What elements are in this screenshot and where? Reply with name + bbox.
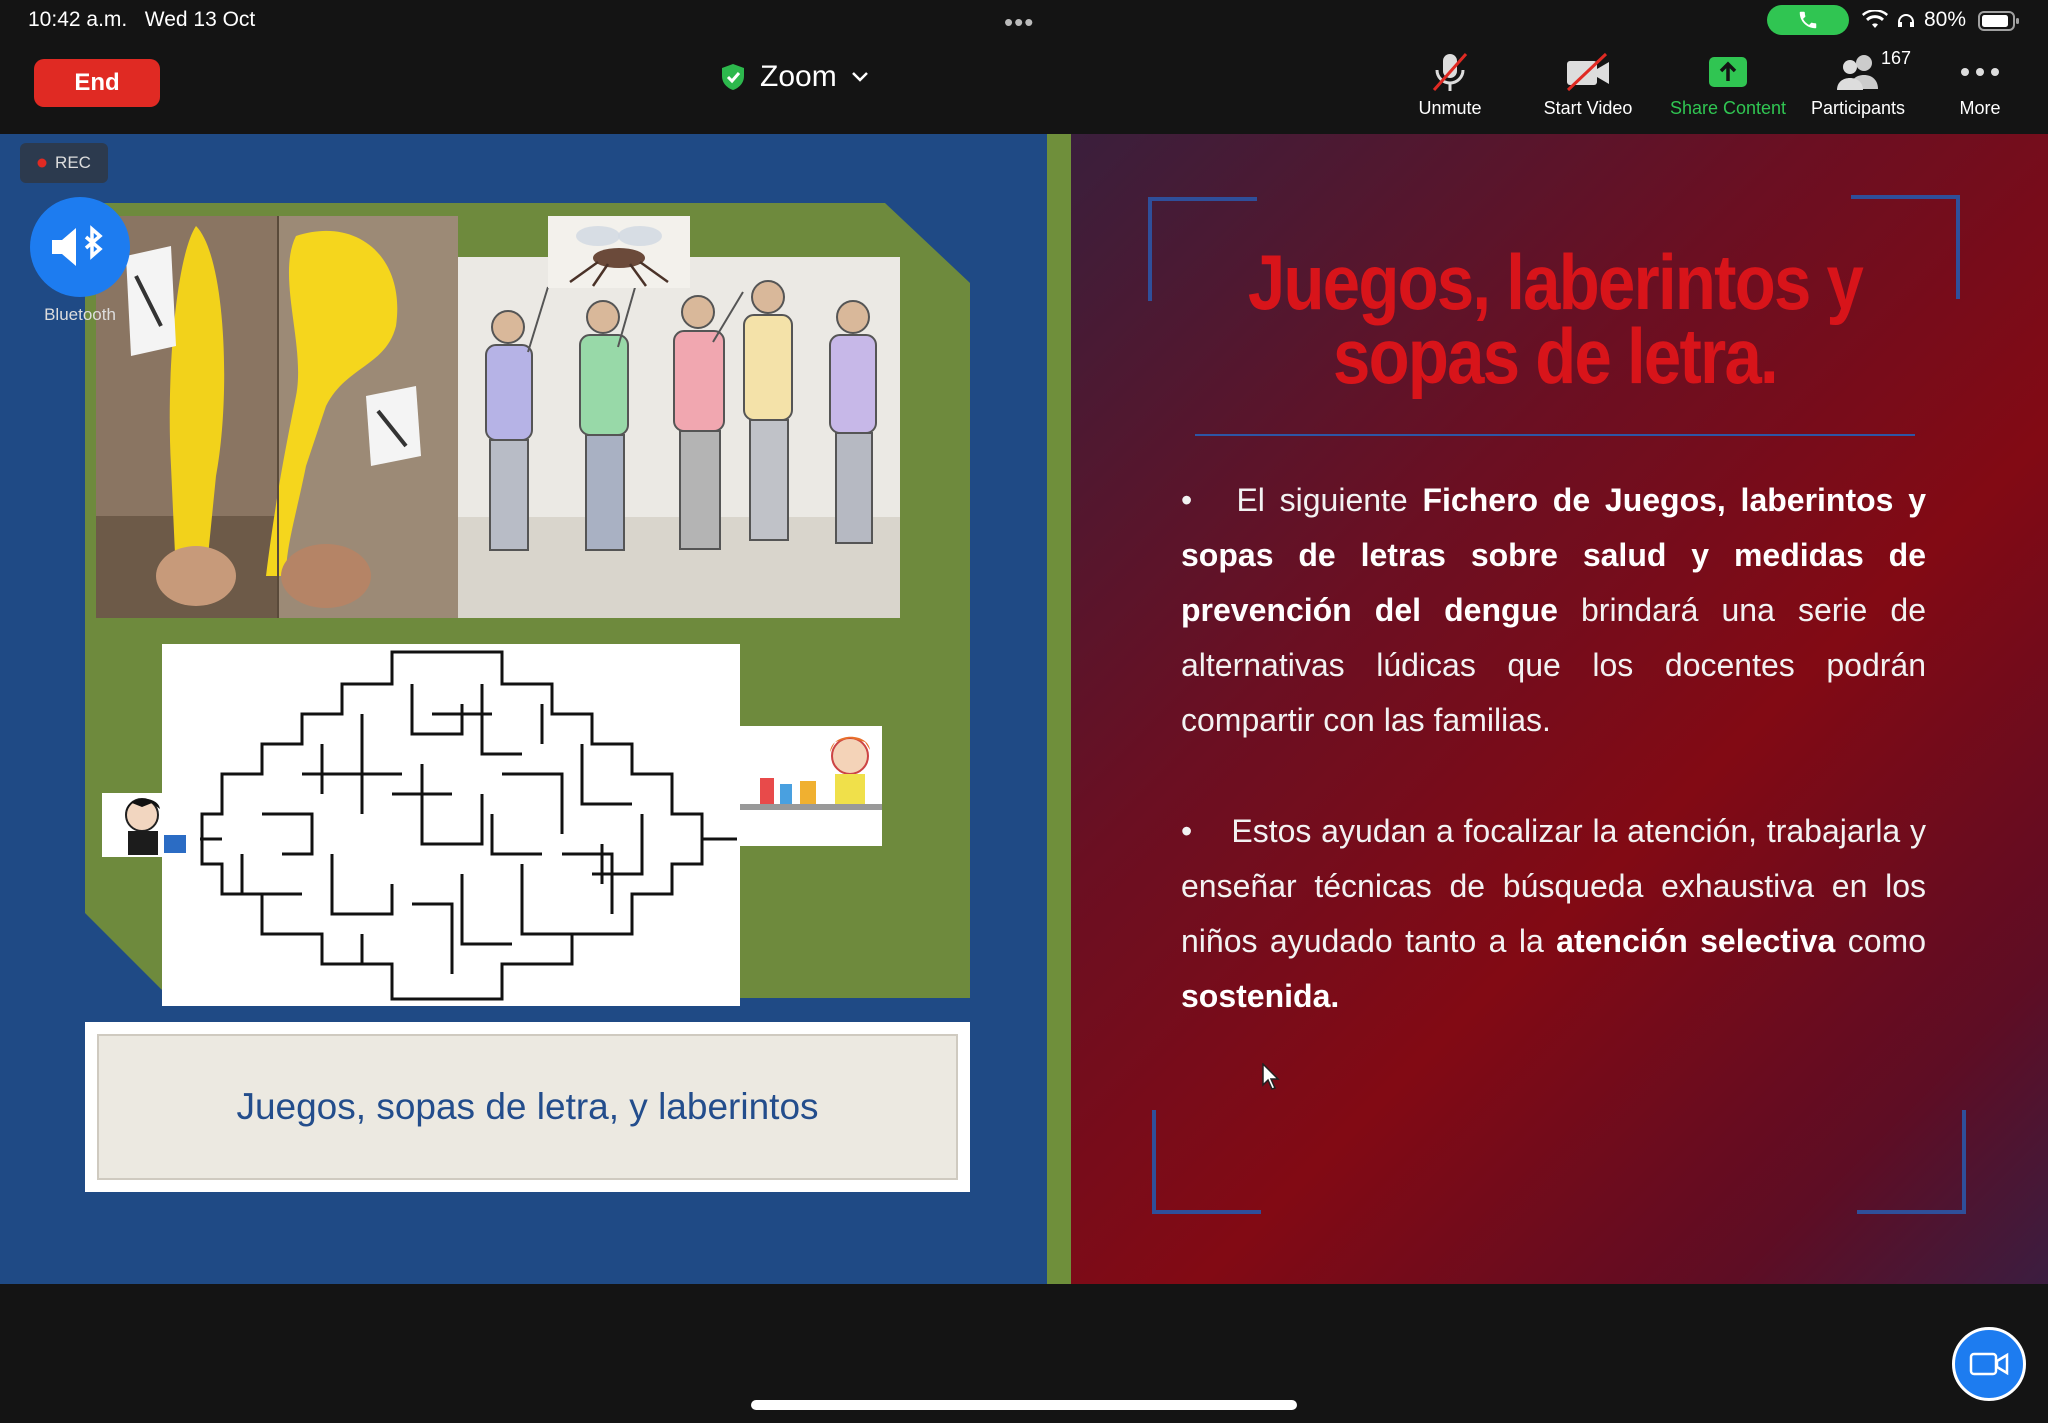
headphones-icon <box>1898 14 1914 27</box>
title-divider-line <box>1195 434 1915 436</box>
bluetooth-label: Bluetooth <box>44 305 116 324</box>
video-camera-icon <box>1969 1352 2009 1376</box>
home-indicator[interactable] <box>751 1400 1297 1410</box>
bullet-2-text-b: como <box>1835 923 1927 959</box>
mosquito-illustration <box>548 216 690 288</box>
group-people-illustration <box>458 257 900 618</box>
battery-icon <box>1978 11 2019 31</box>
slide-bullet-1: • El siguiente Fichero de Juegos, laberi… <box>1181 482 1927 738</box>
meeting-toolbar: End Zoom Unmute Start Video Share Conten… <box>0 42 2048 134</box>
start-video-button[interactable]: Start Video <box>1523 48 1653 119</box>
more-button[interactable]: More <box>1915 48 2045 119</box>
share-content-label: Share Content <box>1669 98 1787 118</box>
meeting-title-dropdown[interactable]: Zoom <box>720 60 869 94</box>
recording-label: REC <box>55 153 91 172</box>
mosquito-trap-photo <box>96 216 458 618</box>
muted-microphone-icon <box>1432 53 1468 91</box>
unmute-label: Unmute <box>1418 98 1482 118</box>
chevron-down-icon <box>851 72 868 82</box>
slide-bullet-2: • Estos ayudan a focalizar la atención, … <box>1181 813 1927 1014</box>
video-off-icon <box>1566 52 1609 92</box>
slide-title-line-2: sopas de letra. <box>1333 312 1779 400</box>
unmute-button[interactable]: Unmute <box>1385 48 1515 119</box>
slide-title: Juegos, laberintos y sopas de letra. <box>1215 238 1894 400</box>
slide-divider-bar <box>1047 134 1071 1284</box>
slide-caption-box: Juegos, sopas de letra, y laberintos <box>85 1022 970 1192</box>
bullet-2-bold-a: atención selectiva <box>1556 923 1836 959</box>
more-label: More <box>1959 98 2001 118</box>
bluetooth-audio-button[interactable] <box>30 197 130 297</box>
camera-floating-button[interactable] <box>1952 1327 2026 1401</box>
mouse-cursor-icon <box>1262 1063 1280 1090</box>
bullet-2-bold-b: sostenida. <box>1181 978 1340 1014</box>
multitasking-dots-icon[interactable]: ••• <box>1004 7 1034 38</box>
bullet-1-text-a: El siguiente <box>1236 482 1423 518</box>
end-meeting-button[interactable]: End <box>34 59 160 107</box>
active-call-pill[interactable] <box>1767 5 1849 35</box>
recording-badge[interactable]: REC <box>20 143 108 183</box>
more-dots-icon <box>1961 68 1999 76</box>
participants-button[interactable]: 167 Participants <box>1793 48 1923 119</box>
meeting-title: Zoom <box>760 60 837 93</box>
maze-puzzle-image <box>162 644 740 1006</box>
speaker-bluetooth-icon <box>52 225 103 266</box>
battery-percentage: 80% <box>1924 8 1967 31</box>
status-time: 10:42 a.m. Wed 13 Oct <box>28 8 256 31</box>
cartoon-boy-image <box>102 793 200 857</box>
slide-caption: Juegos, sopas de letra, y laberintos <box>97 1034 958 1180</box>
phone-icon <box>1799 11 1817 29</box>
participants-label: Participants <box>1810 98 1906 118</box>
slide-title-line-1: Juegos, laberintos y <box>1247 238 1864 326</box>
share-screen-icon <box>1709 57 1747 87</box>
wifi-icon <box>1862 10 1888 28</box>
slide-corner-br <box>1857 1110 1966 1214</box>
participants-icon <box>1837 55 1878 90</box>
start-video-label: Start Video <box>1543 98 1633 118</box>
share-content-button[interactable]: Share Content <box>1663 48 1793 119</box>
cartoon-girl-cleaning-image <box>740 726 882 846</box>
record-dot-icon <box>37 158 47 168</box>
status-bar: 10:42 a.m. Wed 13 Oct ••• 80% <box>0 0 2048 42</box>
participants-count: 167 <box>1881 48 1912 68</box>
shield-check-icon <box>722 64 744 90</box>
slide-corner-bl <box>1152 1110 1261 1214</box>
